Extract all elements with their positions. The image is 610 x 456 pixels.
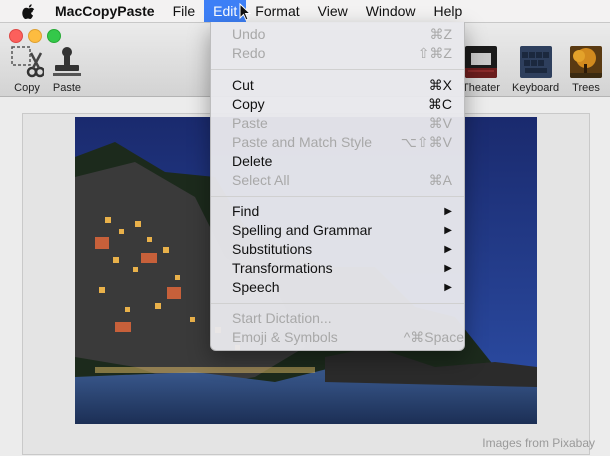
menu-item-shortcut: ⌘V	[428, 115, 452, 131]
menu-item-shortcut: ^⌘Space	[403, 329, 464, 345]
menu-item-shortcut: ⌘Z	[429, 26, 452, 42]
keyboard-button-label: Keyboard	[512, 82, 560, 94]
menu-item-start-dictation[interactable]: Start Dictation...	[211, 309, 464, 328]
mouse-pointer-icon	[239, 3, 251, 21]
menu-item-label: Find	[232, 203, 260, 219]
menu-item-label: Spelling and Grammar	[232, 222, 373, 238]
menu-item-transformations[interactable]: Transformations ▶	[211, 259, 464, 278]
trees-button-label: Trees	[572, 82, 600, 94]
menu-item-shortcut: ⌘X	[428, 77, 452, 93]
menu-file[interactable]: File	[164, 0, 205, 22]
menu-bar: MacCopyPaste File Edit Format View Windo…	[0, 0, 610, 23]
menu-item-redo[interactable]: Redo ⇧⌘Z	[211, 44, 464, 63]
menu-item-label: Undo	[232, 26, 266, 42]
menu-item-label: Redo	[232, 45, 266, 61]
menu-item-shortcut: ⇧⌘Z	[417, 45, 452, 61]
submenu-arrow-icon: ▶	[444, 244, 452, 255]
menu-item-shortcut: ⌘A	[428, 172, 452, 188]
menu-item-label: Emoji & Symbols	[232, 329, 338, 345]
menu-separator	[211, 196, 464, 197]
menu-help[interactable]: Help	[425, 0, 472, 22]
submenu-arrow-icon: ▶	[444, 206, 452, 217]
menu-separator	[211, 69, 464, 70]
menu-item-label: Cut	[232, 77, 254, 93]
menu-item-label: Paste	[232, 115, 268, 131]
app-menu[interactable]: MacCopyPaste	[46, 0, 164, 22]
stamp-icon	[50, 45, 84, 79]
menu-item-select-all[interactable]: Select All ⌘A	[211, 171, 464, 190]
submenu-arrow-icon: ▶	[444, 282, 452, 293]
menu-item-spelling-and-grammar[interactable]: Spelling and Grammar ▶	[211, 221, 464, 240]
image-credit: Images from Pixabay	[482, 436, 595, 450]
menu-item-find[interactable]: Find ▶	[211, 202, 464, 221]
submenu-arrow-icon: ▶	[444, 263, 452, 274]
minimize-window-button[interactable]	[28, 29, 42, 43]
zoom-window-button[interactable]	[47, 29, 61, 43]
menu-item-paste-and-match-style[interactable]: Paste and Match Style ⌥⇧⌘V	[211, 133, 464, 152]
menu-view[interactable]: View	[309, 0, 357, 22]
apple-icon	[21, 3, 34, 19]
trees-button[interactable]: Trees	[569, 45, 603, 94]
menu-item-copy[interactable]: Copy ⌘C	[211, 95, 464, 114]
menu-separator	[211, 303, 464, 304]
menu-item-label: Start Dictation...	[232, 310, 332, 326]
menu-item-shortcut: ⌘C	[427, 96, 452, 112]
menu-item-paste[interactable]: Paste ⌘V	[211, 114, 464, 133]
theater-button-label: Theater	[462, 82, 500, 94]
menu-item-label: Select All	[232, 172, 290, 188]
edit-menu-dropdown: Undo ⌘Z Redo ⇧⌘Z Cut ⌘X Copy ⌘C Paste ⌘V…	[210, 22, 465, 351]
menu-item-speech[interactable]: Speech ▶	[211, 278, 464, 297]
menu-item-label: Paste and Match Style	[232, 134, 373, 150]
scissors-icon	[10, 45, 44, 79]
submenu-arrow-icon: ▶	[444, 225, 452, 236]
menu-item-label: Delete	[232, 153, 273, 169]
theater-button[interactable]: Theater	[462, 45, 500, 94]
menu-item-cut[interactable]: Cut ⌘X	[211, 76, 464, 95]
copy-button[interactable]: Copy	[10, 45, 44, 94]
trees-thumbnail-icon	[569, 45, 603, 79]
menu-item-substitutions[interactable]: Substitutions ▶	[211, 240, 464, 259]
theater-thumbnail-icon	[464, 45, 498, 79]
menu-item-delete[interactable]: Delete	[211, 152, 464, 171]
copy-button-label: Copy	[14, 82, 40, 94]
paste-button-label: Paste	[52, 82, 82, 94]
menu-item-label: Transformations	[232, 260, 333, 276]
menu-item-label: Copy	[232, 96, 265, 112]
close-window-button[interactable]	[9, 29, 23, 43]
menu-window[interactable]: Window	[357, 0, 425, 22]
menu-item-label: Speech	[232, 279, 280, 295]
menu-item-shortcut: ⌥⇧⌘V	[400, 134, 452, 150]
keyboard-thumbnail-icon	[519, 45, 553, 79]
menu-item-label: Substitutions	[232, 241, 313, 257]
paste-button[interactable]: Paste	[50, 45, 84, 94]
keyboard-button[interactable]: Keyboard	[512, 45, 559, 94]
menu-format[interactable]: Format	[246, 0, 308, 22]
apple-menu[interactable]	[18, 3, 38, 19]
menu-item-undo[interactable]: Undo ⌘Z	[211, 25, 464, 44]
menu-item-emoji-and-symbols[interactable]: Emoji & Symbols ^⌘Space	[211, 328, 464, 347]
